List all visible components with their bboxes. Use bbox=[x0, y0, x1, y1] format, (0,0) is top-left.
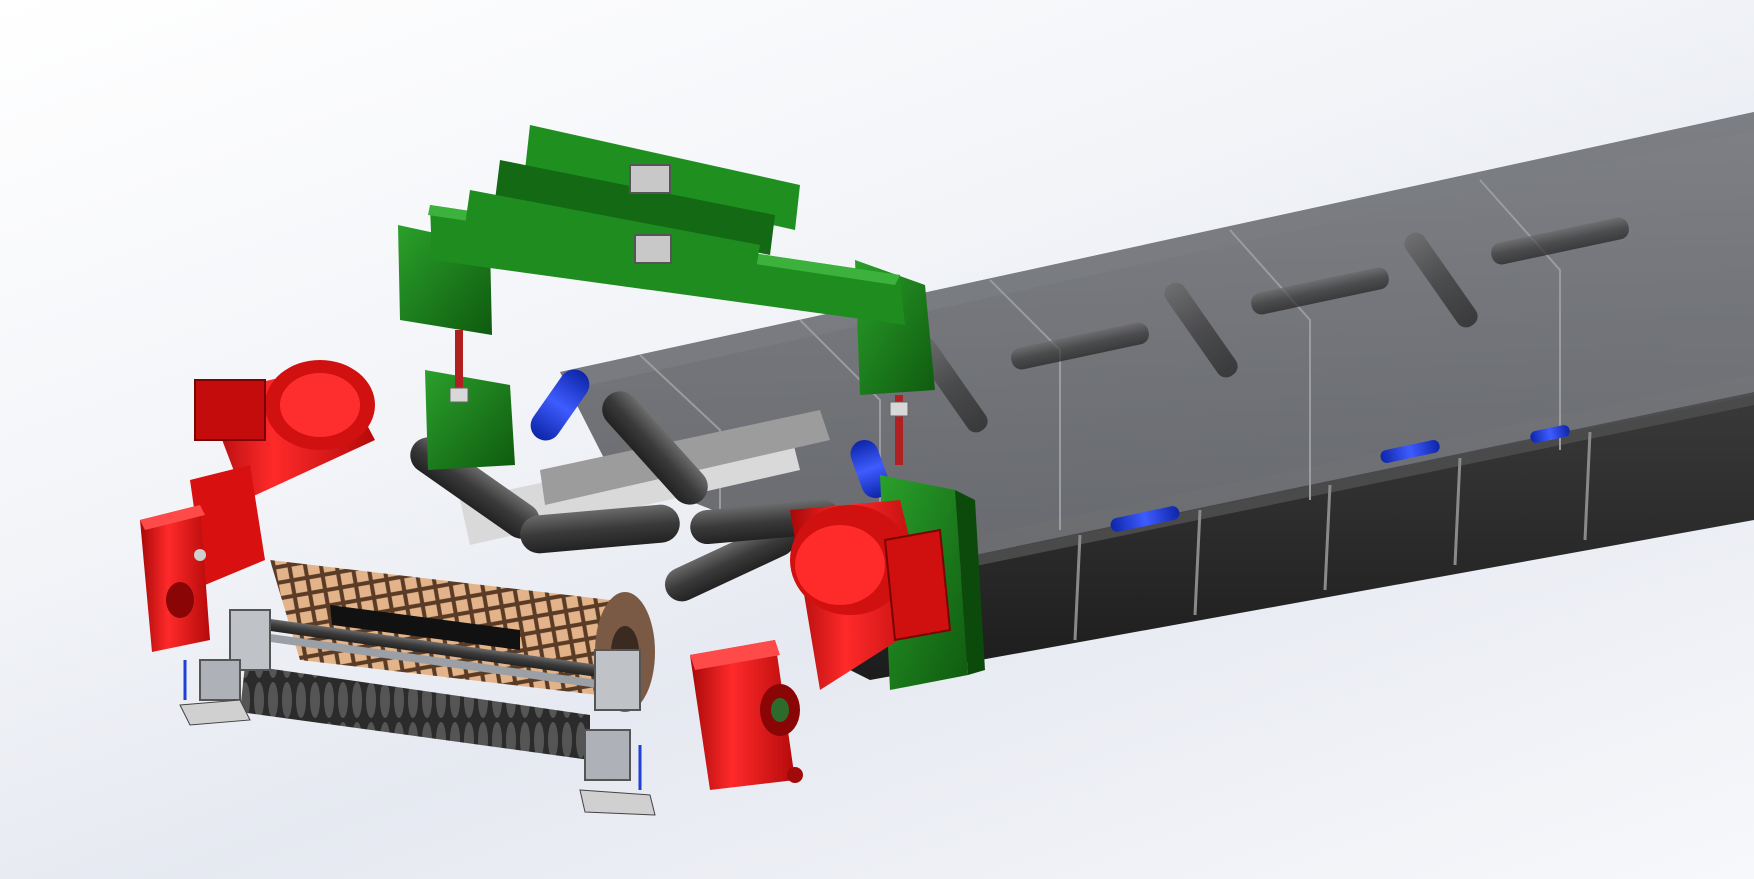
cad-viewport[interactable] bbox=[0, 0, 1754, 879]
conveyor-assembly-render bbox=[140, 112, 1754, 816]
